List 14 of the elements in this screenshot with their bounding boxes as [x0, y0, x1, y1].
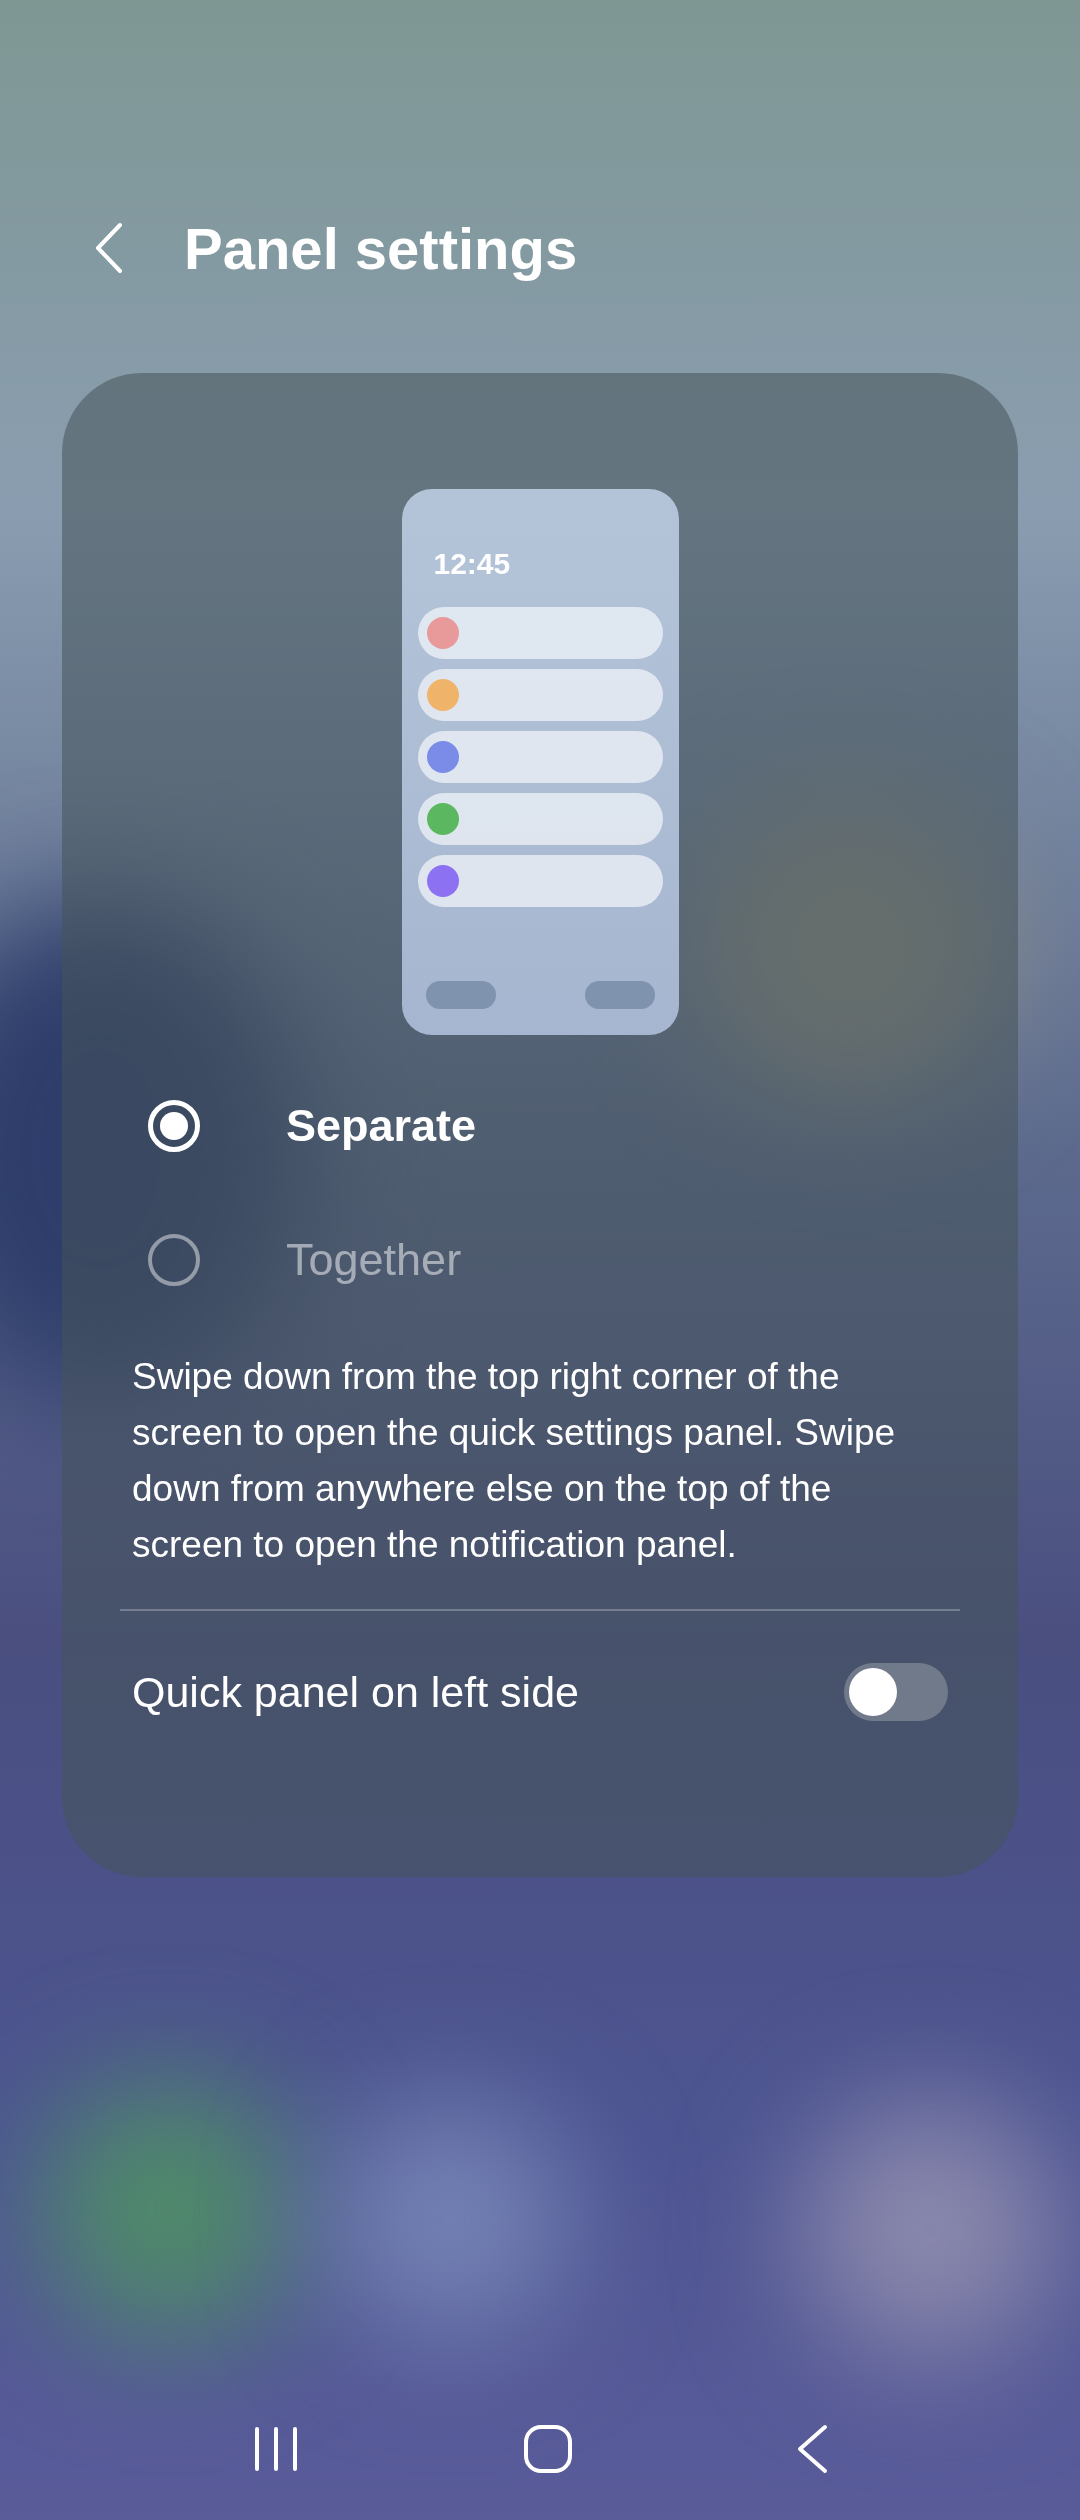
back-icon[interactable] [94, 221, 124, 275]
page-title: Panel settings [184, 214, 578, 282]
preview-pill [584, 981, 655, 1009]
radio-button[interactable] [148, 1234, 200, 1286]
back-icon[interactable] [795, 2424, 829, 2474]
description-text: Swipe down from the top right corner of the screen to open the quick settings panel. Swipe down from anywhere else on the top of the screen to open the notification panel. [132, 1355, 897, 1567]
option-label: Together [286, 1234, 462, 1286]
toggle-label: Quick panel on left side [132, 1667, 579, 1717]
home-icon[interactable] [523, 2424, 573, 2474]
option-label: Separate [286, 1100, 477, 1152]
preview-time: 12:45 [432, 547, 512, 581]
preview-pill [425, 981, 496, 1009]
radio-option[interactable]: Separate [148, 1095, 1018, 1157]
radio-button[interactable] [148, 1100, 200, 1152]
